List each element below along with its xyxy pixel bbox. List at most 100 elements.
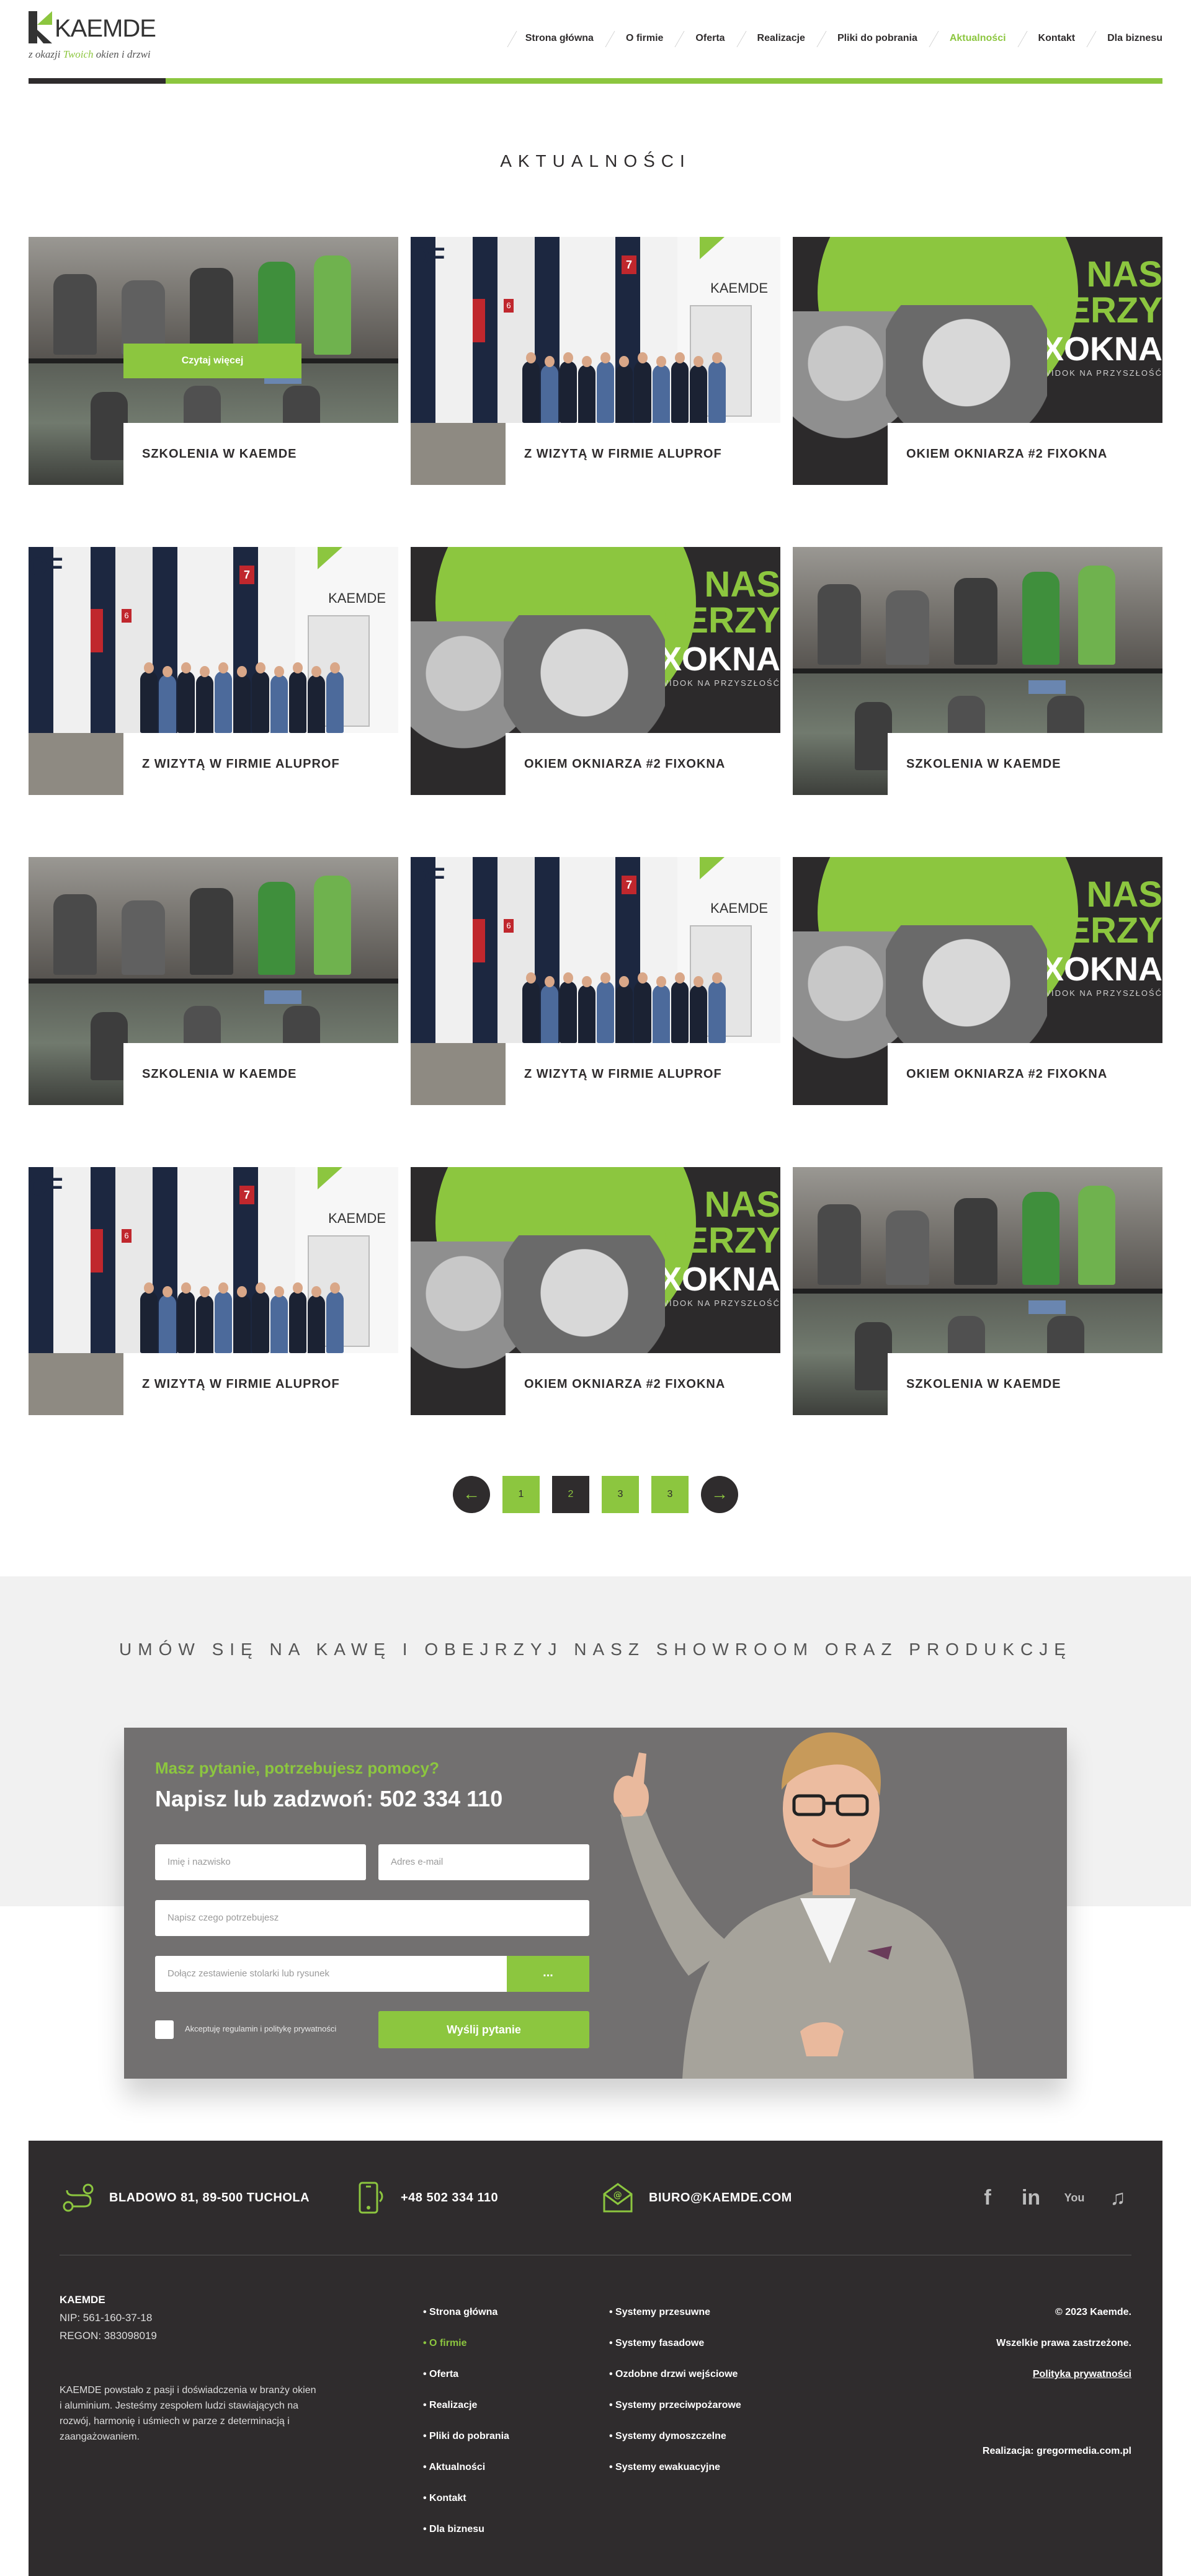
send-button[interactable]: Wyślij pytanie bbox=[378, 2011, 589, 2048]
footer-company: KAEMDE NIP: 561-160-37-18 REGON: 3830980… bbox=[60, 2291, 157, 2345]
phone-icon bbox=[359, 2182, 383, 2214]
contact-form-box: Masz pytanie, potrzebujesz pomocy? Napis… bbox=[124, 1728, 1067, 2079]
nav-item-news[interactable]: Aktualności bbox=[934, 27, 1022, 50]
site-footer: BLADOWO 81, 89-500 TUCHOLA +48 502 334 1… bbox=[29, 2141, 1162, 2576]
footer-link[interactable]: Pliki do pobrania bbox=[423, 2421, 509, 2452]
logo[interactable]: KAEMDE z okazji Twoich okien i drzwi bbox=[29, 11, 171, 73]
news-card[interactable]: SZKOLENIA W KAEMDE bbox=[793, 1167, 1162, 1415]
footer-nip: NIP: 561-160-37-18 bbox=[60, 2312, 153, 2324]
svg-text:@: @ bbox=[613, 2190, 623, 2200]
page-button[interactable]: 1 bbox=[502, 1476, 540, 1513]
header-divider-bar bbox=[29, 78, 1162, 84]
footer-link[interactable]: Oferta bbox=[423, 2359, 509, 2390]
nav-item-home[interactable]: Strona główna bbox=[509, 27, 610, 50]
footer-phone[interactable]: +48 502 334 110 bbox=[351, 2179, 498, 2216]
message-field[interactable]: Napisz czego potrzebujesz bbox=[155, 1900, 589, 1936]
news-card-caption[interactable]: Z WIZYTĄ W FIRMIE ALUPROF bbox=[123, 733, 398, 795]
pagination: ← 1 2 3 3 → bbox=[0, 1476, 1191, 1513]
tiktok-icon[interactable]: ♫ bbox=[1104, 2184, 1131, 2211]
news-card[interactable]: 7 6 OF KAEMDE Z WIZYTĄ W FIRMIE ALUPROF bbox=[411, 857, 780, 1105]
news-card-title: SZKOLENIA W KAEMDE bbox=[142, 446, 297, 461]
attachment-browse-button[interactable]: ... bbox=[507, 1956, 589, 1992]
page-button[interactable]: 3 bbox=[602, 1476, 639, 1513]
news-card-title: OKIEM OKNIARZA #2 FIXOKNA bbox=[524, 757, 726, 771]
footer-system-link[interactable]: Systemy przesuwne bbox=[609, 2297, 741, 2328]
cta-subtitle: Masz pytanie, potrzebujesz pomocy? bbox=[155, 1759, 439, 1777]
footer-phone-text: +48 502 334 110 bbox=[401, 2190, 499, 2205]
footer-link[interactable]: Aktualności bbox=[423, 2452, 509, 2483]
news-card-caption[interactable]: SZKOLENIA W KAEMDE bbox=[888, 1353, 1162, 1415]
arrow-right-icon[interactable]: → bbox=[701, 1476, 738, 1513]
news-card-caption[interactable]: OKIEM OKNIARZA #2 FIXOKNA bbox=[506, 733, 780, 795]
footer-link-active[interactable]: O firmie bbox=[423, 2328, 509, 2359]
social-links: f in You ♫ bbox=[974, 2184, 1131, 2211]
cta-heading: Napisz lub zadzwoń: 502 334 110 bbox=[155, 1786, 503, 1811]
read-more-button[interactable]: Czytaj więcej bbox=[123, 344, 301, 378]
site-header: KAEMDE z okazji Twoich okien i drzwi Str… bbox=[29, 0, 1162, 87]
nav-item-offer[interactable]: Oferta bbox=[679, 27, 741, 50]
news-card[interactable]: NAS PARTNERZY FIXOKNA BEZPIECZNY WIDOK NA P… bbox=[793, 857, 1162, 1105]
footer-menu: Strona główna O firmie Oferta Realizacje… bbox=[423, 2297, 509, 2545]
footer-system-link[interactable]: Systemy ewakuacyjne bbox=[609, 2452, 741, 2483]
footer-realization[interactable]: Realizacja: gregormedia.com.pl bbox=[983, 2436, 1131, 2467]
news-card-caption[interactable]: Z WIZYTĄ W FIRMIE ALUPROF bbox=[506, 1043, 780, 1105]
linkedin-icon[interactable]: in bbox=[1017, 2184, 1045, 2211]
footer-address-text: BLADOWO 81, 89-500 TUCHOLA bbox=[109, 2190, 310, 2205]
arrow-left-icon[interactable]: ← bbox=[453, 1476, 490, 1513]
news-card-title: Z WIZYTĄ W FIRMIE ALUPROF bbox=[142, 1377, 340, 1391]
news-card-title: OKIEM OKNIARZA #2 FIXOKNA bbox=[906, 1067, 1108, 1081]
footer-system-link[interactable]: Systemy dymoszczelne bbox=[609, 2421, 741, 2452]
news-card[interactable]: 7 6 OF KAEMDE Z WIZYTĄ W FIRMIE ALUPROF bbox=[29, 547, 398, 795]
footer-link[interactable]: Strona główna bbox=[423, 2297, 509, 2328]
news-card-title: OKIEM OKNIARZA #2 FIXOKNA bbox=[524, 1377, 726, 1391]
news-card-caption[interactable]: Z WIZYTĄ W FIRMIE ALUPROF bbox=[123, 1353, 398, 1415]
news-card[interactable]: Czytaj więcej SZKOLENIA W KAEMDE bbox=[29, 237, 398, 485]
news-card-caption[interactable]: SZKOLENIA W KAEMDE bbox=[123, 423, 398, 485]
nav-item-contact[interactable]: Kontakt bbox=[1022, 27, 1092, 50]
footer-system-link[interactable]: Ozdobne drzwi wejściowe bbox=[609, 2359, 741, 2390]
nav-item-downloads[interactable]: Pliki do pobrania bbox=[821, 27, 934, 50]
cta-title: UMÓW SIĘ NA KAWĘ I OBEJRZYJ NASZ SHOWROO… bbox=[119, 1640, 1072, 1659]
mail-icon: @ bbox=[603, 2183, 633, 2213]
youtube-icon[interactable]: You bbox=[1061, 2184, 1088, 2211]
page-button[interactable]: 3 bbox=[651, 1476, 689, 1513]
news-card[interactable]: 7 6 OF KAEMDE Z WIZYTĄ W FIRMIE ALUPROF bbox=[29, 1167, 398, 1415]
footer-company-name: KAEMDE bbox=[60, 2294, 105, 2306]
news-card-caption[interactable]: Z WIZYTĄ W FIRMIE ALUPROF bbox=[506, 423, 780, 485]
logo-mark-icon bbox=[29, 11, 52, 43]
name-field[interactable]: Imię i nazwisko bbox=[155, 1844, 366, 1880]
nav-item-realizations[interactable]: Realizacje bbox=[741, 27, 821, 50]
news-card-title: OKIEM OKNIARZA #2 FIXOKNA bbox=[906, 446, 1108, 461]
footer-link[interactable]: Realizacje bbox=[423, 2390, 509, 2421]
news-card[interactable]: NAS PARTNERZY FIXOKNA BEZPIECZNY WIDOK NA P… bbox=[411, 547, 780, 795]
footer-link[interactable]: Kontakt bbox=[423, 2483, 509, 2514]
news-card-caption[interactable]: OKIEM OKNIARZA #2 FIXOKNA bbox=[506, 1353, 780, 1415]
attachment-field[interactable]: Dołącz zestawienie stolarki lub rysunek bbox=[155, 1956, 507, 1992]
consent-checkbox[interactable] bbox=[155, 2020, 174, 2039]
privacy-policy-link[interactable]: Polityka prywatności bbox=[983, 2359, 1131, 2390]
news-card[interactable]: SZKOLENIA W KAEMDE bbox=[793, 547, 1162, 795]
news-card-caption[interactable]: OKIEM OKNIARZA #2 FIXOKNA bbox=[888, 1043, 1162, 1105]
news-card-caption[interactable]: SZKOLENIA W KAEMDE bbox=[888, 733, 1162, 795]
nav-item-about[interactable]: O firmie bbox=[610, 27, 679, 50]
footer-system-link[interactable]: Systemy fasadowe bbox=[609, 2328, 741, 2359]
logo-tagline: z okazji Twoich okien i drzwi bbox=[29, 48, 151, 60]
footer-system-link[interactable]: Systemy przeciwpożarowe bbox=[609, 2390, 741, 2421]
news-card-title: Z WIZYTĄ W FIRMIE ALUPROF bbox=[524, 446, 722, 461]
news-card-caption[interactable]: SZKOLENIA W KAEMDE bbox=[123, 1043, 398, 1105]
footer-link[interactable]: Dla biznesu bbox=[423, 2514, 509, 2545]
news-card-caption[interactable]: OKIEM OKNIARZA #2 FIXOKNA bbox=[888, 423, 1162, 485]
footer-email[interactable]: @ BIURO@KAEMDE.COM bbox=[599, 2179, 792, 2216]
facebook-icon[interactable]: f bbox=[974, 2184, 1001, 2211]
news-card[interactable]: 7 6 OF KAEMDE Z WIZYTĄ W FIRMIE ALUPROF bbox=[411, 237, 780, 485]
news-card[interactable]: SZKOLENIA W KAEMDE bbox=[29, 857, 398, 1105]
footer-email-text: BIURO@KAEMDE.COM bbox=[649, 2190, 792, 2205]
footer-rights: Wszelkie prawa zastrzeżone. bbox=[996, 2338, 1131, 2348]
news-card[interactable]: NAS PARTNERZY FIXOKNA BEZPIECZNY WIDOK NA P… bbox=[793, 237, 1162, 485]
news-card-title: SZKOLENIA W KAEMDE bbox=[142, 1067, 297, 1081]
nav-item-business[interactable]: Dla biznesu bbox=[1091, 27, 1162, 50]
page-button-current[interactable]: 2 bbox=[552, 1476, 589, 1513]
news-grid: Czytaj więcej SZKOLENIA W KAEMDE 7 6 OF KAEMD… bbox=[29, 237, 1162, 1415]
news-card[interactable]: NAS PARTNERZY FIXOKNA BEZPIECZNY WIDOK NA P… bbox=[411, 1167, 780, 1415]
email-field[interactable]: Adres e-mail bbox=[378, 1844, 589, 1880]
